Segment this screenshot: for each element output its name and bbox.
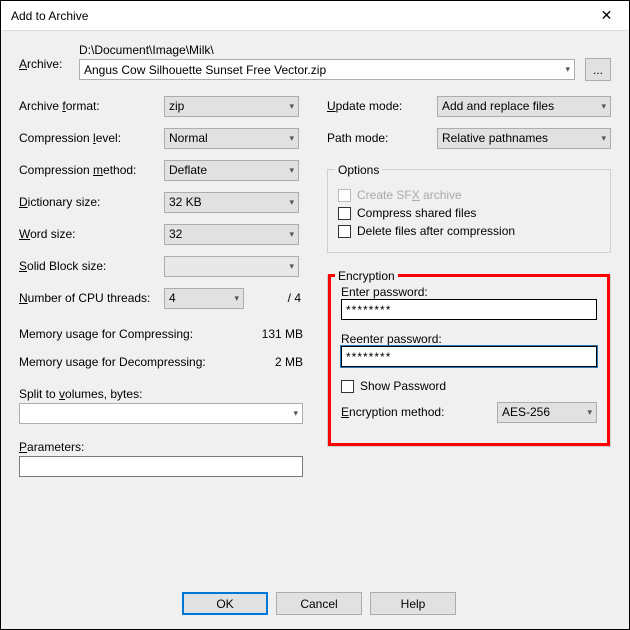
cancel-button[interactable]: Cancel bbox=[276, 592, 362, 615]
archive-label: Archive: bbox=[19, 43, 69, 71]
archive-path-text: D:\Document\Image\Milk\ bbox=[79, 43, 575, 57]
dialog-window: Add to Archive ✕ Archive: D:\Document\Im… bbox=[0, 0, 630, 630]
compress-shared-row[interactable]: Compress shared files bbox=[338, 206, 600, 220]
encryption-fieldset-label: Encryption bbox=[335, 269, 398, 283]
chevron-down-icon: ▾ bbox=[289, 133, 294, 144]
reenter-password-input[interactable]: ******** bbox=[341, 346, 597, 367]
content: Archive: D:\Document\Image\Milk\ Angus C… bbox=[1, 31, 629, 477]
dictionary-size-label: Dictionary size: bbox=[19, 195, 164, 209]
archive-filename-select[interactable]: Angus Cow Silhouette Sunset Free Vector.… bbox=[79, 59, 575, 80]
compression-method-select[interactable]: Deflate▾ bbox=[164, 160, 299, 181]
show-password-row[interactable]: Show Password bbox=[341, 379, 597, 393]
enter-password-label: Enter password: bbox=[341, 285, 597, 299]
chevron-down-icon: ▾ bbox=[289, 165, 294, 176]
delete-after-row[interactable]: Delete files after compression bbox=[338, 224, 600, 238]
chevron-down-icon: ▾ bbox=[289, 101, 294, 112]
compression-method-label: Compression method: bbox=[19, 163, 164, 177]
encryption-highlight-box: Enter password: ******** Reenter passwor… bbox=[328, 274, 610, 446]
show-password-checkbox[interactable] bbox=[341, 380, 354, 393]
chevron-down-icon: ▾ bbox=[289, 261, 294, 272]
ok-button[interactable]: OK bbox=[182, 592, 268, 615]
split-volumes-select[interactable]: ▾ bbox=[19, 403, 303, 424]
close-icon[interactable]: ✕ bbox=[584, 1, 629, 31]
help-button[interactable]: Help bbox=[370, 592, 456, 615]
mem-decompress-value: 2 MB bbox=[275, 355, 303, 369]
mem-compress-value: 131 MB bbox=[262, 327, 303, 341]
left-column: Archive format: zip▾ Compression level: … bbox=[19, 95, 303, 477]
sfx-checkbox bbox=[338, 189, 351, 202]
compress-shared-checkbox[interactable] bbox=[338, 207, 351, 220]
archive-format-select[interactable]: zip▾ bbox=[164, 96, 299, 117]
archive-filename-value: Angus Cow Silhouette Sunset Free Vector.… bbox=[84, 63, 326, 77]
compression-level-label: Compression level: bbox=[19, 131, 164, 145]
parameters-label: Parameters: bbox=[19, 440, 303, 454]
encryption-method-select[interactable]: AES-256▾ bbox=[497, 402, 597, 423]
delete-after-checkbox[interactable] bbox=[338, 225, 351, 238]
chevron-down-icon: ▾ bbox=[234, 293, 239, 304]
ellipsis-icon: ... bbox=[593, 63, 603, 77]
cpu-threads-total: / 4 bbox=[244, 291, 303, 305]
browse-button[interactable]: ... bbox=[585, 58, 611, 81]
chevron-down-icon: ▾ bbox=[601, 101, 606, 112]
sfx-label: Create SFX archive bbox=[357, 188, 462, 202]
options-fieldset: Create SFX archive Compress shared files… bbox=[327, 169, 611, 253]
path-mode-label: Path mode: bbox=[327, 131, 437, 145]
update-mode-select[interactable]: Add and replace files▾ bbox=[437, 96, 611, 117]
delete-after-label: Delete files after compression bbox=[357, 224, 515, 238]
encryption-method-label: Encryption method: bbox=[341, 405, 497, 419]
right-column: Update mode: Add and replace files▾ Path… bbox=[327, 95, 611, 477]
chevron-down-icon: ▾ bbox=[289, 197, 294, 208]
mem-decompress-label: Memory usage for Decompressing: bbox=[19, 355, 275, 369]
archive-format-label: Archive format: bbox=[19, 99, 164, 113]
chevron-down-icon: ▾ bbox=[587, 407, 592, 418]
split-volumes-label: Split to volumes, bytes: bbox=[19, 387, 303, 401]
sfx-checkbox-row: Create SFX archive bbox=[338, 188, 600, 202]
chevron-down-icon: ▾ bbox=[601, 133, 606, 144]
update-mode-label: Update mode: bbox=[327, 99, 437, 113]
mem-compress-label: Memory usage for Compressing: bbox=[19, 327, 262, 341]
chevron-down-icon: ▾ bbox=[289, 229, 294, 240]
compression-level-select[interactable]: Normal▾ bbox=[164, 128, 299, 149]
compress-shared-label: Compress shared files bbox=[357, 206, 476, 220]
path-mode-select[interactable]: Relative pathnames▾ bbox=[437, 128, 611, 149]
word-size-select[interactable]: 32▾ bbox=[164, 224, 299, 245]
show-password-label: Show Password bbox=[360, 379, 446, 393]
parameters-input[interactable] bbox=[19, 456, 303, 477]
footer-buttons: OK Cancel Help bbox=[1, 592, 629, 615]
chevron-down-icon: ▾ bbox=[293, 408, 298, 419]
chevron-down-icon: ▾ bbox=[565, 64, 570, 75]
cpu-threads-select[interactable]: 4▾ bbox=[164, 288, 244, 309]
options-fieldset-label: Options bbox=[335, 163, 382, 177]
reenter-password-label: Reenter password: bbox=[341, 332, 597, 346]
encryption-fieldset: Enter password: ******** Reenter passwor… bbox=[327, 275, 611, 447]
cpu-threads-label: Number of CPU threads: bbox=[19, 291, 164, 305]
enter-password-input[interactable]: ******** bbox=[341, 299, 597, 320]
dictionary-size-select[interactable]: 32 KB▾ bbox=[164, 192, 299, 213]
titlebar: Add to Archive ✕ bbox=[1, 1, 629, 31]
solid-block-label: Solid Block size: bbox=[19, 259, 164, 273]
word-size-label: Word size: bbox=[19, 227, 164, 241]
window-title: Add to Archive bbox=[11, 9, 584, 23]
solid-block-select: ▾ bbox=[164, 256, 299, 277]
